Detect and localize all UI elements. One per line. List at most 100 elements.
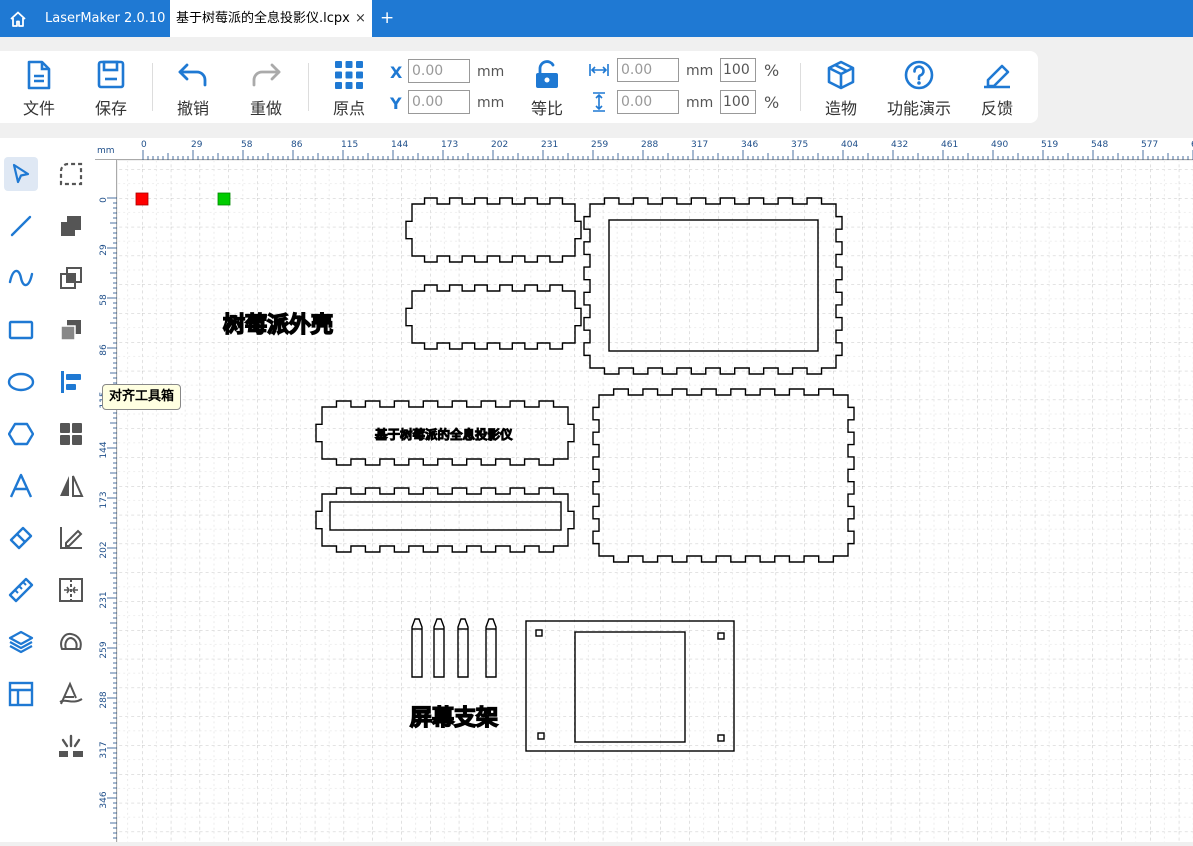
height-percent-input[interactable]: 100 <box>720 90 756 114</box>
line-tool[interactable] <box>4 209 38 243</box>
offset-icon <box>60 632 82 650</box>
ruler-label: 58 <box>241 140 253 150</box>
eraser-tool[interactable] <box>4 521 38 555</box>
edit-path-icon <box>60 527 83 549</box>
group-tool[interactable] <box>54 261 88 295</box>
width-percent-sign: % <box>764 61 780 80</box>
ruler-icon <box>8 577 34 603</box>
origin-marker-green[interactable] <box>217 192 231 206</box>
laser-icon <box>59 734 83 757</box>
width-input[interactable]: 0.00 <box>617 58 679 82</box>
close-tab-icon[interactable]: × <box>355 0 366 37</box>
corner-round-icon <box>59 162 83 186</box>
ruler-label: 144 <box>99 441 109 458</box>
redo-button[interactable]: 重做 <box>239 51 293 119</box>
ruler-label: 231 <box>541 140 558 150</box>
arrange-tool[interactable] <box>54 417 88 451</box>
x-label: X <box>390 63 403 82</box>
ruler-label: 173 <box>441 140 458 150</box>
demo-button[interactable]: 功能演示 <box>880 51 958 119</box>
file-icon <box>27 60 51 90</box>
select-tool[interactable] <box>4 157 38 191</box>
align-tool[interactable] <box>54 365 88 399</box>
layout-icon <box>8 681 34 707</box>
mirror-icon <box>60 475 84 497</box>
ruler-label: 288 <box>99 691 109 708</box>
rectangle-tool[interactable] <box>4 313 38 347</box>
origin-grid-icon <box>335 61 363 89</box>
curve-icon <box>8 269 34 287</box>
select-icon <box>12 163 30 184</box>
file-button[interactable]: 文件 <box>12 51 66 119</box>
combine-tool[interactable] <box>54 209 88 243</box>
polygon-icon <box>8 422 34 446</box>
align-tooltip: 对齐工具箱 <box>102 384 182 410</box>
ruler-label: 317 <box>99 741 109 758</box>
height-input[interactable]: 0.00 <box>617 90 679 114</box>
ruler-label: 490 <box>991 140 1008 150</box>
text-tool[interactable] <box>4 469 38 503</box>
undo-button[interactable]: 撤销 <box>166 51 220 119</box>
text-icon <box>9 473 33 498</box>
save-label: 保存 <box>94 99 127 118</box>
canvas-svg[interactable]: 树莓派外壳 基于树莓派的全息投影仪 屏幕支架 <box>118 161 1193 842</box>
ruler-label: 461 <box>941 140 958 150</box>
offset-tool[interactable] <box>54 625 88 659</box>
label-stand[interactable]: 屏幕支架 <box>409 704 499 732</box>
curve-tool[interactable] <box>4 261 38 295</box>
new-tab-icon[interactable]: + <box>380 0 394 37</box>
corner-round-tool[interactable] <box>54 157 88 191</box>
lock-ratio-button[interactable]: 等比 <box>520 51 574 119</box>
undo-label: 撤销 <box>176 99 209 118</box>
polygon-tool[interactable] <box>4 417 38 451</box>
ruler-tool[interactable] <box>4 573 38 607</box>
ellipse-tool[interactable] <box>4 365 38 399</box>
x-input[interactable]: 0.00 <box>408 59 470 83</box>
ruler-label: 202 <box>99 541 109 558</box>
width-percent-input[interactable]: 100 <box>720 58 756 82</box>
height-unit: mm <box>686 95 714 111</box>
y-unit: mm <box>477 95 505 111</box>
ruler-label: 115 <box>341 140 358 150</box>
ratio-label: 等比 <box>530 99 563 118</box>
ruler-label: 0 <box>141 140 147 150</box>
mirror-tool[interactable] <box>54 469 88 503</box>
width-arrow-icon <box>589 64 609 76</box>
undo-icon <box>178 63 207 87</box>
label-engrave[interactable]: 基于树莓派的全息投影仪 <box>374 427 514 443</box>
array-icon <box>59 578 83 602</box>
layout-tool[interactable] <box>4 677 38 711</box>
cube-icon <box>827 60 855 90</box>
edit-path-tool[interactable] <box>54 521 88 555</box>
ruler-label: 375 <box>791 140 808 150</box>
save-button[interactable]: 保存 <box>84 51 138 119</box>
eraser-icon <box>9 526 33 550</box>
redo-icon <box>252 63 281 87</box>
origin-button[interactable]: 原点 <box>322 51 376 119</box>
feedback-button[interactable]: 反馈 <box>970 51 1024 119</box>
ruler-unit: mm <box>97 146 115 156</box>
ruler-label: 548 <box>1091 140 1108 150</box>
horizontal-ruler: mm 0 29 58 86 115 144 173 202 231 259 288 317 346 375… <box>95 138 1193 160</box>
redo-label: 重做 <box>249 99 282 118</box>
ruler-label: 29 <box>191 140 203 150</box>
home-icon[interactable] <box>8 9 28 29</box>
sketch-tool[interactable] <box>54 677 88 711</box>
arrange-icon <box>60 423 82 445</box>
label-case[interactable]: 树莓派外壳 <box>222 311 334 339</box>
layers-tool[interactable] <box>4 625 38 659</box>
document-tab[interactable]: 基于树莓派的全息投影仪.lcpx <box>170 0 372 37</box>
ruler-label: 346 <box>741 140 758 150</box>
laser-tool[interactable] <box>54 729 88 763</box>
array-tool[interactable] <box>54 573 88 607</box>
ruler-label: 346 <box>99 791 109 808</box>
ungroup-tool[interactable] <box>54 313 88 347</box>
drawing-canvas[interactable]: 树莓派外壳 基于树莓派的全息投影仪 屏幕支架 <box>118 161 1193 842</box>
ruler-label: 432 <box>891 140 908 150</box>
build-label: 造物 <box>824 99 857 118</box>
origin-marker-red[interactable] <box>135 192 149 206</box>
help-icon <box>904 60 934 90</box>
build-button[interactable]: 造物 <box>814 51 868 119</box>
y-input[interactable]: 0.00 <box>408 90 470 114</box>
x-unit: mm <box>477 64 505 80</box>
